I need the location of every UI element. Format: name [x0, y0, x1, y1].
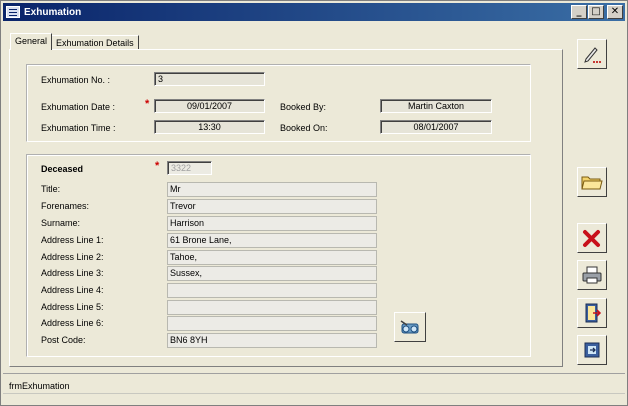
exhumation-no-label: Exhumation No. :: [41, 75, 111, 85]
window-title: Exhumation: [24, 6, 82, 18]
forenames-label: Forenames:: [41, 201, 90, 211]
tab-exhumation-details[interactable]: Exhumation Details: [51, 35, 139, 50]
address-line-4-label: Address Line 4:: [41, 285, 104, 295]
close-button[interactable]: ✕: [607, 5, 623, 19]
tab-general[interactable]: General: [10, 33, 53, 50]
title-label: Title:: [41, 184, 61, 194]
exit-door-icon: [585, 303, 602, 323]
print-button[interactable]: [577, 260, 607, 290]
address-line-2-field[interactable]: Tahoe,: [167, 250, 377, 265]
general-tab-panel: Exhumation No. : 3 Exhumation Date : * 0…: [9, 49, 563, 367]
exhumation-window: Exhumation _ □ ✕ General Exhumation Deta…: [0, 0, 628, 406]
form-app-icon[interactable]: [6, 6, 20, 18]
address-line-1-label: Address Line 1:: [41, 235, 104, 245]
deceased-lookup-button[interactable]: [394, 312, 426, 342]
address-line-3-field[interactable]: Sussex,: [167, 266, 377, 281]
address-line-5-field[interactable]: [167, 300, 377, 315]
close-form-button[interactable]: [577, 335, 607, 365]
exit-button[interactable]: [577, 298, 607, 328]
address-line-2-label: Address Line 2:: [41, 252, 104, 262]
lookup-binoculars-icon: [400, 320, 419, 334]
address-line-3-label: Address Line 3:: [41, 268, 104, 278]
print-icon: [582, 266, 602, 284]
tab-strip: General Exhumation Details: [10, 33, 139, 50]
surname-label: Surname:: [41, 218, 81, 228]
forenames-field[interactable]: Trevor: [167, 199, 377, 214]
deceased-group: Deceased * 3322 Title: Mr Forenames: Tre…: [26, 154, 531, 357]
address-line-1-field[interactable]: 61 Brone Lane,: [167, 233, 377, 248]
open-button[interactable]: [577, 167, 607, 197]
booked-by-field[interactable]: Martin Caxton: [380, 99, 492, 113]
exhumation-no-field[interactable]: 3: [154, 72, 265, 86]
open-folder-icon: [581, 176, 603, 190]
delete-button[interactable]: [577, 223, 607, 253]
exhumation-date-required-mark: *: [145, 98, 150, 110]
exhumation-group: Exhumation No. : 3 Exhumation Date : * 0…: [26, 64, 531, 142]
title-bar[interactable]: Exhumation _ □ ✕: [3, 3, 625, 21]
window-controls: _ □ ✕: [571, 5, 623, 19]
status-text: frmExhumation: [9, 381, 70, 391]
close-form-icon: [584, 342, 600, 358]
exhumation-time-label: Exhumation Time :: [41, 123, 116, 133]
address-line-6-label: Address Line 6:: [41, 318, 104, 328]
booked-on-field[interactable]: 08/01/2007: [380, 120, 492, 134]
booked-on-label: Booked On:: [280, 123, 328, 133]
deceased-required-mark: *: [155, 160, 160, 172]
address-line-4-field[interactable]: [167, 283, 377, 298]
booked-by-label: Booked By:: [280, 102, 327, 112]
edit-button[interactable]: [577, 39, 607, 69]
exhumation-date-label: Exhumation Date :: [41, 102, 116, 112]
edit-icon: [584, 47, 601, 63]
deceased-label: Deceased: [41, 164, 84, 174]
deceased-id-field[interactable]: 3322: [167, 161, 212, 175]
title-field[interactable]: Mr: [167, 182, 377, 197]
delete-icon: [583, 230, 600, 247]
address-line-5-label: Address Line 5:: [41, 302, 104, 312]
status-bar: frmExhumation: [3, 373, 625, 403]
post-code-field[interactable]: BN6 8YH: [167, 333, 377, 348]
status-divider: [3, 393, 625, 394]
post-code-label: Post Code:: [41, 335, 86, 345]
minimize-button[interactable]: _: [571, 5, 587, 19]
maximize-button[interactable]: □: [588, 5, 604, 19]
address-line-6-field[interactable]: [167, 316, 377, 331]
surname-field[interactable]: Harrison: [167, 216, 377, 231]
exhumation-time-field[interactable]: 13:30: [154, 120, 265, 134]
exhumation-date-field[interactable]: 09/01/2007: [154, 99, 265, 113]
